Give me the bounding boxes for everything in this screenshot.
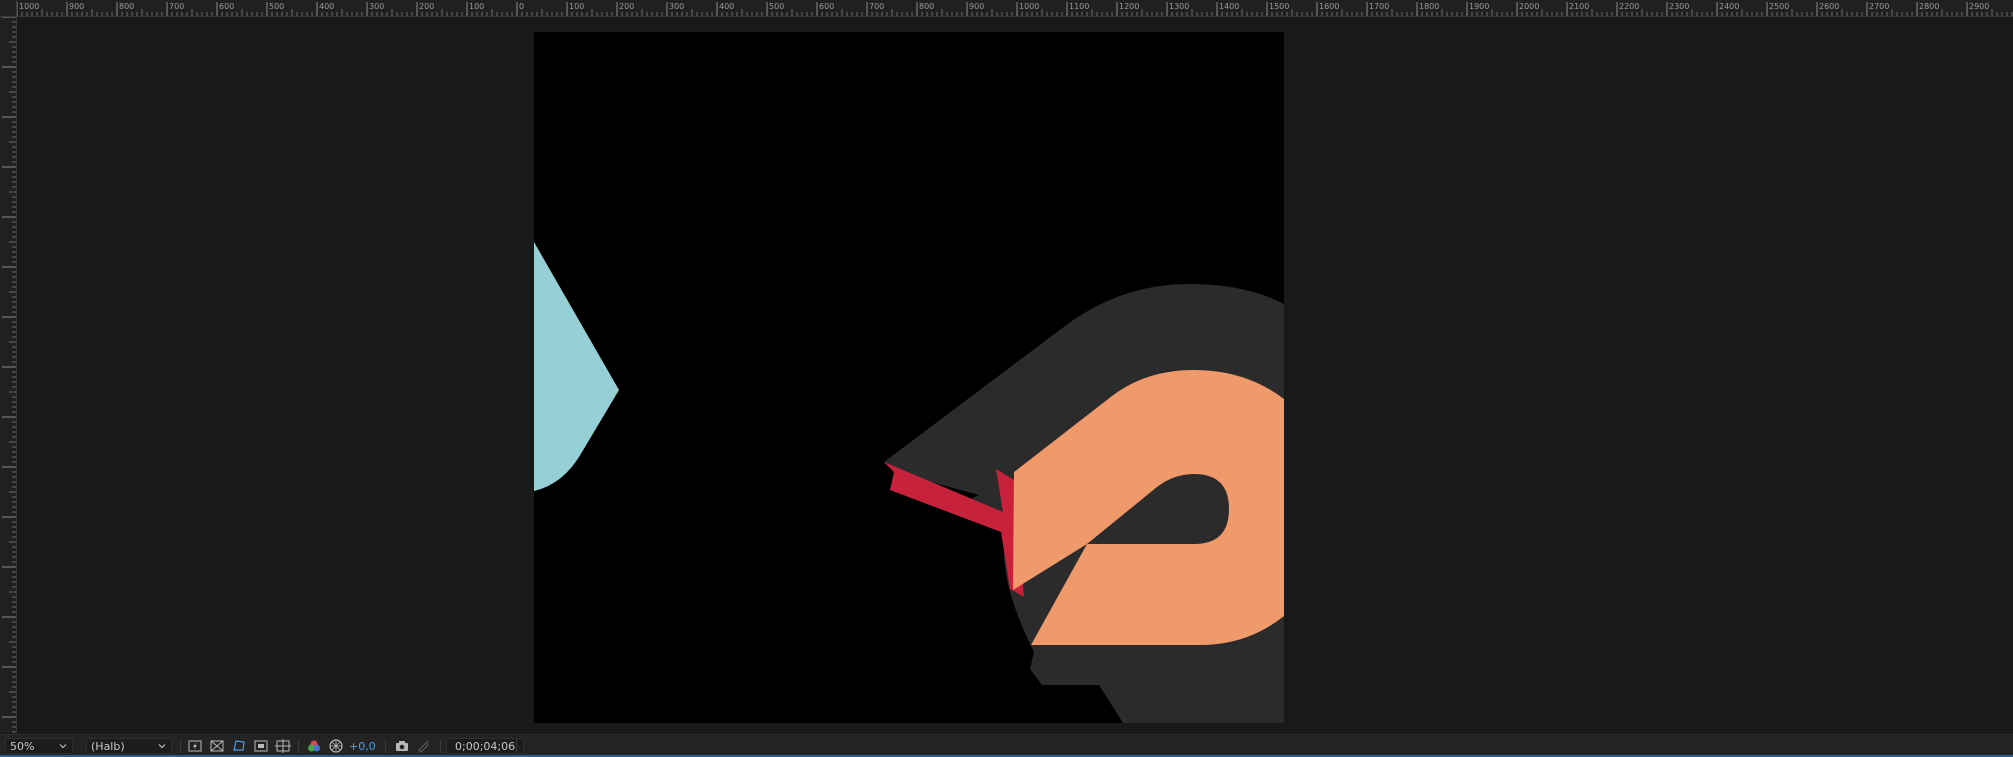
ruler-label: 800	[919, 2, 934, 11]
ruler-label: 100	[469, 2, 484, 11]
ruler-label: 1100	[1069, 2, 1089, 11]
toolbar-divider	[180, 739, 181, 753]
ruler-label: 600	[819, 2, 834, 11]
exposure-reset-icon[interactable]	[328, 738, 344, 754]
vertical-ruler-ticks	[2, 16, 16, 733]
ruler-label: 2800	[1919, 2, 1939, 11]
ruler-label: 1700	[1369, 2, 1389, 11]
ruler-corner[interactable]	[0, 0, 17, 17]
ruler-label: 2600	[1819, 2, 1839, 11]
composition-canvas[interactable]	[534, 32, 1284, 723]
resolution-dropdown[interactable]: (Halb)	[86, 738, 172, 754]
transparency-grid-icon[interactable]	[209, 738, 225, 754]
composition-viewer[interactable]	[17, 17, 2013, 731]
ruler-label: 300	[369, 2, 384, 11]
ruler-label: 900	[69, 2, 84, 11]
ruler-label: 200	[619, 2, 634, 11]
ruler-label: 500	[769, 2, 784, 11]
ruler-label: 1600	[1319, 2, 1339, 11]
ruler-label: 600	[219, 2, 234, 11]
ruler-label: 500	[269, 2, 284, 11]
guides-icon[interactable]	[275, 738, 291, 754]
ruler-label: 1200	[1119, 2, 1139, 11]
ruler-label: 400	[719, 2, 734, 11]
ruler-label: 2400	[1719, 2, 1739, 11]
ruler-label: 900	[969, 2, 984, 11]
current-time-display[interactable]: 0;00;04;06	[446, 738, 525, 754]
fast-previews-icon[interactable]	[187, 738, 203, 754]
ruler-label: 2700	[1869, 2, 1889, 11]
ruler-label: 1000	[19, 2, 39, 11]
exposure-value[interactable]: +0,0	[349, 735, 376, 757]
horizontal-ruler[interactable]: 1000 900 800 700 600 500 400 300 200 100 0 100 200 30…	[0, 0, 2013, 17]
timecode-text: 0;00;04;06	[455, 739, 516, 753]
mask-visibility-icon[interactable]	[231, 738, 247, 754]
ruler-label: 2100	[1569, 2, 1589, 11]
ruler-label: 700	[869, 2, 884, 11]
ruler-label: 1500	[1269, 2, 1289, 11]
ruler-label: 800	[119, 2, 134, 11]
ruler-label: 1000	[1019, 2, 1039, 11]
toolbar-divider	[298, 739, 299, 753]
ruler-label: 1300	[1169, 2, 1189, 11]
ruler-label: 0	[519, 2, 524, 11]
resolution-value: (Halb)	[91, 739, 125, 753]
viewer-toolbar: 50% (Halb) +0,0 0;00;04;06	[0, 734, 2013, 757]
ruler-label: 2000	[1519, 2, 1539, 11]
blue-shape-layer	[534, 242, 619, 491]
vertical-ruler[interactable]	[0, 0, 17, 733]
region-of-interest-icon[interactable]	[253, 738, 269, 754]
ruler-label: 1400	[1219, 2, 1239, 11]
toolbar-divider	[385, 739, 386, 753]
channel-icon[interactable]	[306, 738, 322, 754]
ruler-label: 200	[419, 2, 434, 11]
toolbar-divider	[516, 739, 517, 753]
snapshot-icon[interactable]	[394, 738, 410, 754]
show-snapshot-icon[interactable]	[416, 738, 432, 754]
toolbar-divider	[440, 739, 441, 753]
ruler-label: 300	[669, 2, 684, 11]
ruler-label: 1800	[1419, 2, 1439, 11]
exposure-text: +0,0	[349, 739, 376, 753]
composition-artwork	[534, 242, 1284, 723]
ruler-label: 2500	[1769, 2, 1789, 11]
ruler-label: 1900	[1469, 2, 1489, 11]
ruler-label: 2200	[1619, 2, 1639, 11]
zoom-value: 50%	[10, 739, 35, 753]
chevron-down-icon	[59, 744, 67, 749]
chevron-down-icon	[158, 744, 166, 749]
ruler-label: 700	[169, 2, 184, 11]
horizontal-ruler-ticks: 1000 900 800 700 600 500 400 300 200 100 0 100 200 30…	[16, 2, 2013, 16]
zoom-dropdown[interactable]: 50%	[5, 738, 73, 754]
ruler-label: 400	[319, 2, 334, 11]
ruler-label: 2900	[1969, 2, 1989, 11]
ruler-label: 2300	[1669, 2, 1689, 11]
ruler-label: 100	[569, 2, 584, 11]
